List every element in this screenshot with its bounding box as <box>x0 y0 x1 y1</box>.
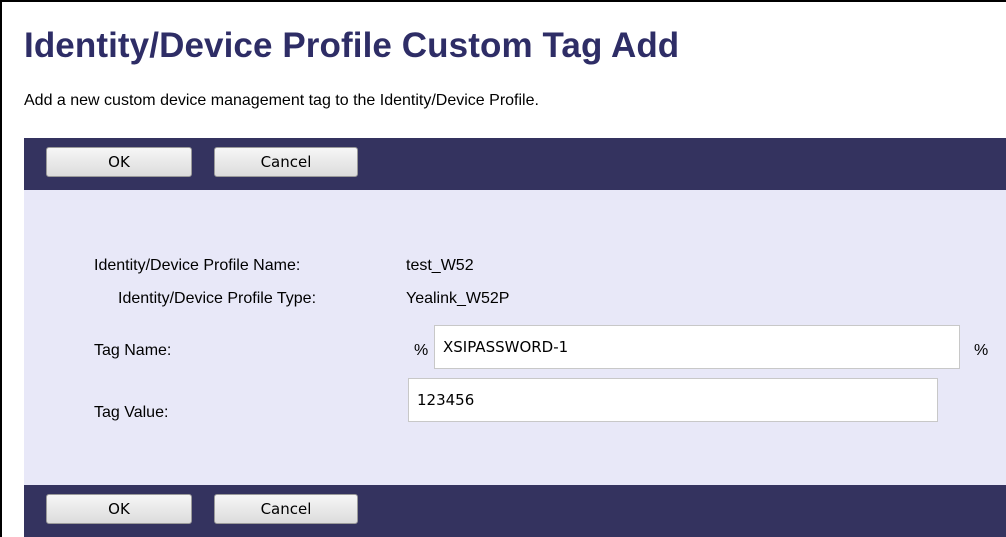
tag-value-label: Tag Value: <box>94 404 169 421</box>
form-panel: Identity/Device Profile Name: test_W52 I… <box>24 190 1006 485</box>
tag-name-input[interactable] <box>434 325 960 369</box>
page-title: Identity/Device Profile Custom Tag Add <box>24 26 680 65</box>
tag-value-input[interactable] <box>408 378 938 422</box>
cancel-button[interactable]: Cancel <box>214 494 358 524</box>
ok-button[interactable]: OK <box>46 147 192 177</box>
bottom-button-bar: OK Cancel <box>24 485 1006 537</box>
profile-name-label: Identity/Device Profile Name: <box>94 257 301 274</box>
profile-type-value: Yealink_W52P <box>406 290 510 307</box>
tag-name-label: Tag Name: <box>94 342 172 359</box>
tag-name-prefix: % <box>414 342 429 359</box>
tag-name-suffix: % <box>974 342 989 359</box>
profile-name-value: test_W52 <box>406 257 474 274</box>
top-button-bar: OK Cancel <box>24 138 1006 190</box>
ok-button[interactable]: OK <box>46 494 192 524</box>
page-description: Add a new custom device management tag t… <box>24 92 539 109</box>
cancel-button[interactable]: Cancel <box>214 147 358 177</box>
profile-type-label: Identity/Device Profile Type: <box>118 290 317 307</box>
